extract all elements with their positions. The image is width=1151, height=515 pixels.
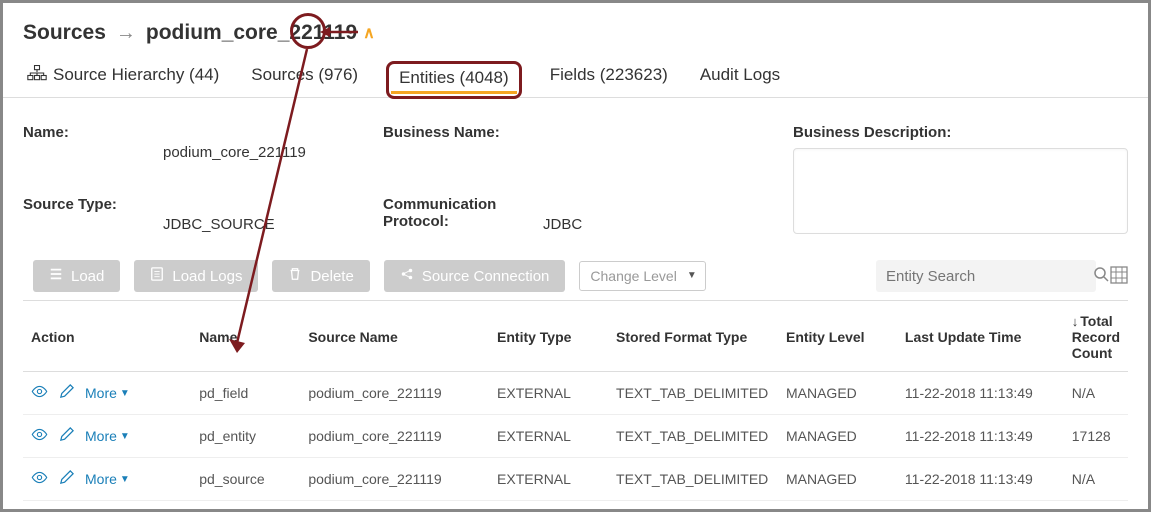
document-icon — [150, 267, 164, 285]
view-icon[interactable] — [31, 383, 48, 403]
col-entity-type[interactable]: Entity Type — [489, 301, 608, 372]
cell-last-update: 11-22-2018 11:13:49 — [897, 415, 1064, 458]
entity-search[interactable] — [876, 260, 1096, 292]
view-icon[interactable] — [31, 426, 48, 446]
list-icon — [49, 267, 63, 285]
load-button[interactable]: Load — [33, 260, 120, 292]
cell-total-record: N/A — [1064, 458, 1128, 501]
tab-sources[interactable]: Sources (976) — [247, 63, 362, 95]
col-last-update[interactable]: Last Update Time — [897, 301, 1064, 372]
cell-source-name: podium_core_221119 — [300, 415, 489, 458]
cell-source-name: podium_core_221119 — [300, 372, 489, 415]
cell-name: pd_field — [191, 372, 300, 415]
caret-down-icon: ▼ — [120, 431, 130, 442]
cell-total-record: N/A — [1064, 372, 1128, 415]
button-label: Delete — [310, 268, 353, 285]
breadcrumb: Sources → podium_core_221119 ∧ — [3, 3, 1148, 51]
load-logs-button[interactable]: Load Logs — [134, 260, 258, 292]
comm-protocol-label: Communication Protocol: — [383, 196, 543, 234]
breadcrumb-root[interactable]: Sources — [23, 21, 106, 45]
tab-fields[interactable]: Fields (223623) — [546, 63, 672, 95]
breadcrumb-current: podium_core_221119 — [146, 21, 357, 45]
edit-icon[interactable] — [58, 426, 75, 446]
cell-entity-type: EXTERNAL — [489, 415, 608, 458]
source-details: Name: podium_core_221119 Business Name: … — [3, 98, 1148, 252]
delete-button[interactable]: Delete — [272, 260, 369, 292]
business-description-field[interactable] — [793, 148, 1128, 234]
tab-entities[interactable]: Entities (4048) — [386, 61, 522, 99]
cell-stored-format: TEXT_TAB_DELIMITED — [608, 458, 778, 501]
tab-label: Source Hierarchy (44) — [53, 65, 219, 85]
tab-label: Entities (4048) — [399, 68, 509, 88]
trash-icon — [288, 267, 302, 285]
table-row: More ▼ pd_sourcepodium_core_221119EXTERNA… — [23, 458, 1128, 501]
chevron-right-icon: → — [116, 22, 136, 45]
caret-down-icon: ▼ — [120, 388, 130, 399]
entities-table: Action Name Source Name Entity Type Stor… — [23, 300, 1128, 501]
cell-entity-type: EXTERNAL — [489, 458, 608, 501]
col-total-record[interactable]: ↓Total Record Count — [1064, 301, 1128, 372]
search-icon[interactable] — [1093, 266, 1109, 286]
collapse-toggle-icon[interactable]: ∧ — [363, 23, 375, 43]
cell-last-update: 11-22-2018 11:13:49 — [897, 372, 1064, 415]
tab-bar: Source Hierarchy (44) Sources (976) Enti… — [3, 51, 1148, 98]
business-name-label: Business Name: — [383, 124, 543, 162]
cell-entity-type: EXTERNAL — [489, 372, 608, 415]
source-type-value: JDBC_SOURCE — [163, 196, 383, 234]
tab-label: Fields (223623) — [550, 65, 668, 85]
name-value: podium_core_221119 — [163, 124, 383, 162]
table-row: More ▼ pd_fieldpodium_core_221119EXTERNAL… — [23, 372, 1128, 415]
cell-source-name: podium_core_221119 — [300, 458, 489, 501]
tab-label: Audit Logs — [700, 65, 780, 85]
business-name-value — [543, 124, 703, 162]
entity-search-input[interactable] — [886, 268, 1085, 285]
table-header-row: Action Name Source Name Entity Type Stor… — [23, 301, 1128, 372]
source-connection-button[interactable]: Source Connection — [384, 260, 566, 292]
cell-stored-format: TEXT_TAB_DELIMITED — [608, 415, 778, 458]
cell-entity-level: MANAGED — [778, 372, 897, 415]
tab-label: Sources (976) — [251, 65, 358, 85]
comm-protocol-value: JDBC — [543, 196, 703, 234]
more-menu[interactable]: More ▼ — [85, 428, 130, 444]
col-source-name[interactable]: Source Name — [300, 301, 489, 372]
col-entity-level[interactable]: Entity Level — [778, 301, 897, 372]
share-icon — [400, 267, 414, 285]
col-stored-format[interactable]: Stored Format Type — [608, 301, 778, 372]
hierarchy-icon — [27, 65, 47, 86]
sort-desc-icon: ↓ — [1072, 314, 1079, 329]
cell-entity-level: MANAGED — [778, 458, 897, 501]
button-label: Source Connection — [422, 268, 550, 285]
col-name[interactable]: Name — [191, 301, 300, 372]
caret-down-icon: ▼ — [120, 474, 130, 485]
cell-last-update: 11-22-2018 11:13:49 — [897, 458, 1064, 501]
name-label: Name: — [23, 124, 163, 162]
col-action[interactable]: Action — [23, 301, 191, 372]
more-menu[interactable]: More ▼ — [85, 385, 130, 401]
entity-toolbar: Load Load Logs Delete Source Connection … — [3, 252, 1148, 300]
view-icon[interactable] — [31, 469, 48, 489]
cell-name: pd_source — [191, 458, 300, 501]
edit-icon[interactable] — [58, 383, 75, 403]
select-label: Change Level — [590, 268, 676, 284]
more-menu[interactable]: More ▼ — [85, 471, 130, 487]
tab-source-hierarchy[interactable]: Source Hierarchy (44) — [23, 63, 223, 96]
business-description-label: Business Description: — [793, 124, 1128, 141]
button-label: Load — [71, 268, 104, 285]
column-settings-icon[interactable] — [1110, 266, 1128, 287]
change-level-select[interactable]: Change Level — [579, 261, 705, 291]
cell-entity-level: MANAGED — [778, 415, 897, 458]
source-type-label: Source Type: — [23, 196, 163, 234]
table-row: More ▼ pd_entitypodium_core_221119EXTERNA… — [23, 415, 1128, 458]
edit-icon[interactable] — [58, 469, 75, 489]
tab-audit-logs[interactable]: Audit Logs — [696, 63, 784, 95]
button-label: Load Logs — [172, 268, 242, 285]
cell-name: pd_entity — [191, 415, 300, 458]
cell-stored-format: TEXT_TAB_DELIMITED — [608, 372, 778, 415]
cell-total-record: 17128 — [1064, 415, 1128, 458]
